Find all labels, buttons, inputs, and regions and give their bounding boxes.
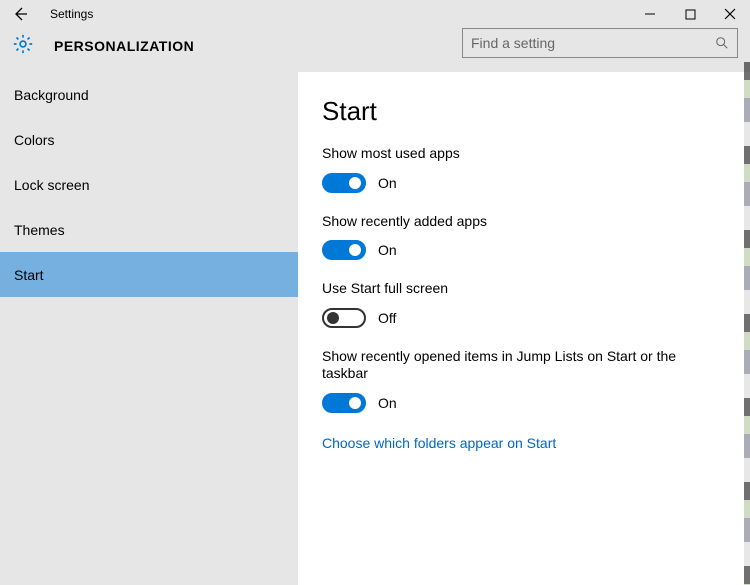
window-title: Settings [50,7,93,21]
setting-label: Show recently opened items in Jump Lists… [322,348,712,383]
sidebar-item-lock-screen[interactable]: Lock screen [0,162,298,207]
maximize-icon [685,9,696,20]
toggle-state: On [378,242,397,258]
toggle-knob [349,244,361,256]
toggle-most-used-apps[interactable] [322,173,366,193]
sidebar-item-colors[interactable]: Colors [0,117,298,162]
setting-full-screen: Use Start full screen Off [322,280,720,328]
toggle-jump-lists[interactable] [322,393,366,413]
setting-recently-added-apps: Show recently added apps On [322,213,720,261]
maximize-button[interactable] [670,0,710,28]
toggle-knob [327,312,339,324]
toggle-recently-added-apps[interactable] [322,240,366,260]
window-controls [630,0,750,28]
right-edge-strip [744,62,750,585]
toggle-knob [349,177,361,189]
main: Start Show most used apps On Show recent… [298,72,750,585]
close-icon [724,8,736,20]
search-input[interactable] [471,35,715,51]
sidebar-item-label: Themes [14,222,65,238]
sidebar-item-label: Colors [14,132,54,148]
body: Background Colors Lock screen Themes Sta… [0,72,750,585]
sidebar-item-start[interactable]: Start [0,252,298,297]
search-box[interactable] [462,28,738,58]
setting-label: Use Start full screen [322,280,720,298]
toggle-state: On [378,175,397,191]
toggle-row: On [322,393,720,413]
setting-label: Show recently added apps [322,213,720,231]
sidebar: Background Colors Lock screen Themes Sta… [0,72,298,585]
toggle-row: On [322,240,720,260]
toggle-state: On [378,395,397,411]
minimize-button[interactable] [630,0,670,28]
toggle-row: On [322,173,720,193]
titlebar: Settings [0,0,750,28]
page-title: Start [322,96,720,127]
toggle-knob [349,397,361,409]
minimize-icon [644,8,656,20]
setting-jump-lists: Show recently opened items in Jump Lists… [322,348,720,413]
search-icon [715,36,729,50]
setting-most-used-apps: Show most used apps On [322,145,720,193]
sidebar-item-label: Lock screen [14,177,89,193]
toggle-row: Off [322,308,720,328]
choose-folders-link[interactable]: Choose which folders appear on Start [322,435,556,451]
gear-icon [12,33,34,60]
back-button[interactable] [0,0,40,28]
sidebar-item-background[interactable]: Background [0,72,298,117]
sidebar-item-label: Start [14,267,44,283]
back-arrow-icon [12,6,28,22]
section-title: PERSONALIZATION [54,38,194,54]
close-button[interactable] [710,0,750,28]
toggle-full-screen[interactable] [322,308,366,328]
toggle-state: Off [378,310,396,326]
setting-label: Show most used apps [322,145,720,163]
header: PERSONALIZATION [0,28,750,72]
sidebar-item-themes[interactable]: Themes [0,207,298,252]
sidebar-item-label: Background [14,87,89,103]
